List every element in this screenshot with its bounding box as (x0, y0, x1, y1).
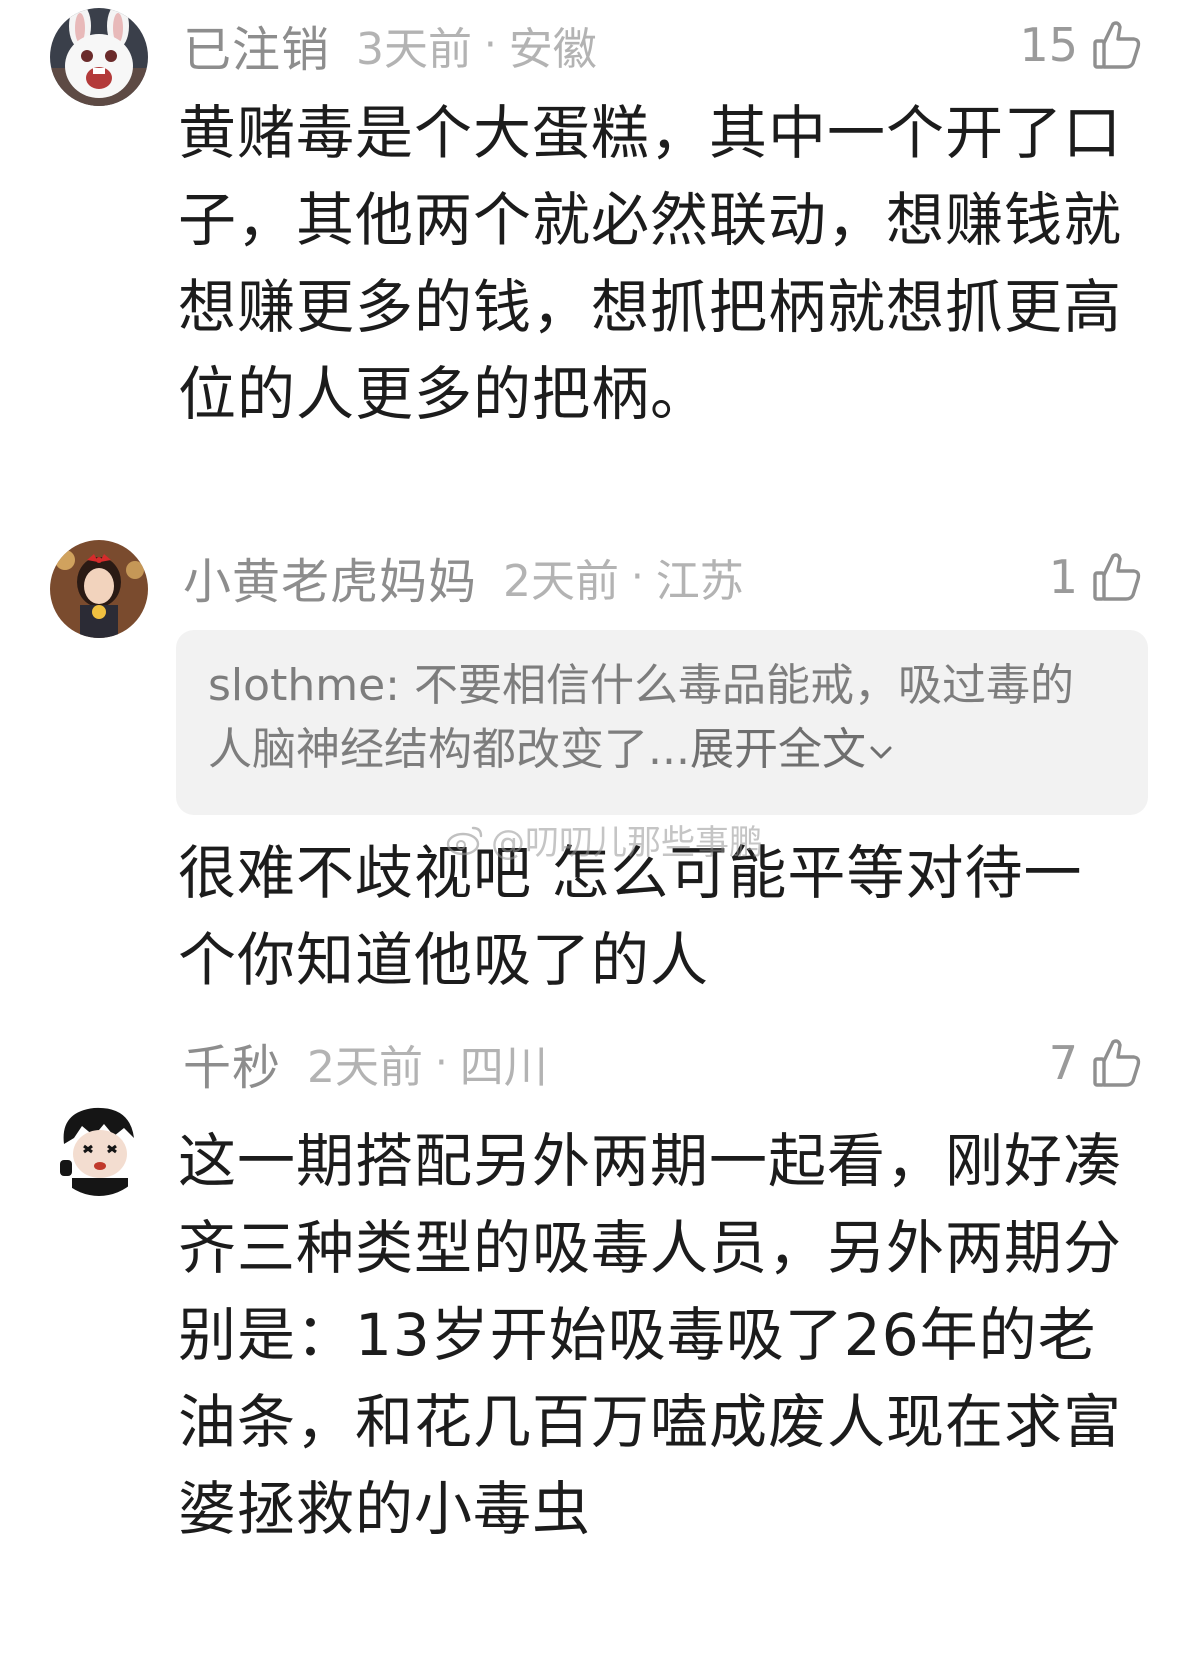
comment-meta: 已注销 3天前 · 安徽 (183, 10, 597, 80)
comment-text: 这一期搭配另外两期一起看，刚好凑齐三种类型的吸毒人员，另外两期分别是：13岁开始… (178, 1127, 1123, 1543)
like-button[interactable]: 15 (1019, 13, 1142, 77)
separator-dot: · (435, 1040, 448, 1086)
location: 四川 (459, 1042, 548, 1093)
like-button[interactable]: 1 (1049, 545, 1142, 609)
white-rabbit-avatar-icon (50, 8, 148, 106)
timestamp: 2天前 (307, 1042, 424, 1093)
location: 安徽 (508, 24, 597, 75)
avatar[interactable] (50, 1098, 148, 1196)
timestamp: 3天前 (356, 24, 473, 75)
thumbs-up-icon (1092, 1037, 1142, 1089)
like-button[interactable]: 7 (1049, 1031, 1142, 1095)
separator-dot: · (484, 22, 497, 68)
watermark-text: @叨叨儿那些事鹏 (491, 823, 763, 863)
avatar[interactable] (50, 540, 148, 638)
location: 江苏 (655, 556, 744, 607)
comment-meta: 千秒 2天前 · 四川 (183, 1028, 548, 1098)
like-count: 15 (1019, 18, 1078, 72)
comment-text: 黄赌毒是个大蛋糕，其中一个开了口子，其他两个就必然联动，想赚钱就想赚更多的钱，想… (178, 99, 1123, 428)
quoted-username[interactable]: slothme (208, 660, 385, 711)
quoted-reply[interactable]: slothme: 不要相信什么毒品能戒，吸过毒的人脑神经结构都改变了...展开全… (176, 630, 1148, 815)
avatar[interactable] (50, 8, 148, 106)
username[interactable]: 小黄老虎妈妈 (183, 542, 477, 612)
username[interactable]: 已注销 (183, 10, 330, 80)
watermark: @叨叨儿那些事鹏 (445, 815, 763, 864)
chevron-down-icon (870, 746, 892, 759)
thumbs-up-icon (1092, 19, 1142, 71)
comment-meta: 小黄老虎妈妈 2天前 · 江苏 (183, 542, 744, 612)
weibo-icon (446, 826, 483, 855)
expand-label: 展开全文 (689, 724, 866, 775)
girl-photo-avatar-icon (50, 540, 148, 638)
username[interactable]: 千秒 (183, 1028, 281, 1098)
like-count: 7 (1048, 1036, 1078, 1090)
thumbs-up-icon (1092, 551, 1142, 603)
like-count: 1 (1048, 550, 1078, 604)
separator-dot: · (631, 554, 644, 600)
quoted-colon: : (385, 660, 400, 711)
timestamp: 2天前 (503, 556, 620, 607)
expand-full-text-link[interactable]: 展开全文 (690, 724, 894, 775)
cartoon-boy-avatar-icon (50, 1098, 148, 1196)
